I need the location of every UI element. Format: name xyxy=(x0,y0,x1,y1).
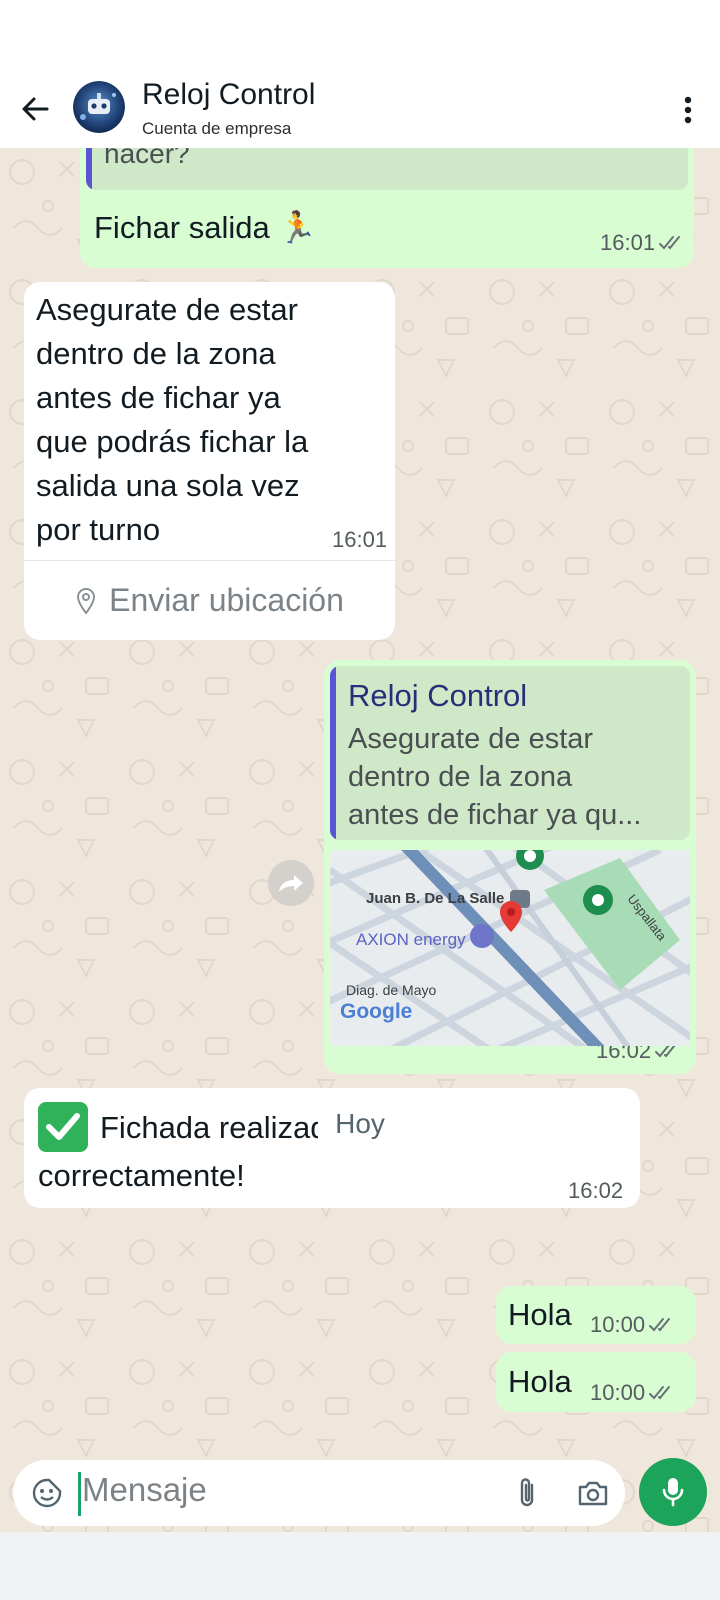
more-options-icon[interactable] xyxy=(668,90,708,130)
message-time: 16:01 xyxy=(332,527,388,552)
message-line: Asegurate de estar xyxy=(36,292,298,327)
microphone-icon[interactable] xyxy=(639,1458,707,1526)
forward-icon[interactable] xyxy=(268,860,314,906)
send-location-button[interactable]: Enviar ubicación xyxy=(24,561,395,640)
camera-icon[interactable] xyxy=(571,1473,615,1513)
quote-line: dentro de la zona xyxy=(348,761,573,793)
quote-line: Asegurate de estar xyxy=(348,723,594,755)
message-line: por turno xyxy=(36,512,161,547)
map-label-fuel: AXION energy xyxy=(356,930,466,949)
message-text: Fichada realizada xyxy=(100,1110,345,1145)
message-line: que podrás fichar la xyxy=(36,424,309,459)
quote-line: antes de fichar ya qu... xyxy=(348,799,642,831)
double-check-icon xyxy=(659,236,681,250)
back-arrow-icon[interactable] xyxy=(14,88,56,130)
chat-header: Reloj Control Cuenta de empresa xyxy=(0,72,720,148)
quote-text: Asegurate de estar dentro de la zona ant… xyxy=(348,720,641,834)
double-check-icon xyxy=(649,1386,671,1400)
message-line: antes de fichar ya xyxy=(36,380,281,415)
message-input-bar[interactable]: Mensaje xyxy=(13,1460,625,1526)
timestamp: 16:01 xyxy=(600,230,656,255)
location-map-preview[interactable]: Juan B. De La Salle AXION energy Diag. d… xyxy=(330,850,690,1046)
message-line: dentro de la zona xyxy=(36,336,276,371)
incoming-message[interactable]: Asegurate de estar dentro de la zona ant… xyxy=(24,282,395,640)
message-text: Asegurate de estar dentro de la zona ant… xyxy=(36,288,308,552)
quote-author: Reloj Control xyxy=(348,678,528,713)
double-check-icon xyxy=(649,1318,671,1332)
quote-bar xyxy=(86,148,92,190)
quote-bar xyxy=(330,666,336,840)
timestamp: 10:00 xyxy=(590,1312,646,1337)
chat-title[interactable]: Reloj Control xyxy=(142,78,315,112)
message-time: 16:01 xyxy=(600,230,685,256)
map-label-station: Juan B. De La Salle xyxy=(366,890,505,907)
location-pin-icon xyxy=(77,587,96,615)
message-time: 10:00 xyxy=(590,1312,675,1338)
chat-area[interactable]: hacer? Fichar salida 🏃 16:01 Asegurate d… xyxy=(0,148,720,1532)
message-text: correctamente! xyxy=(38,1158,245,1193)
system-navigation-area xyxy=(0,1532,720,1600)
message-time: 10:00 xyxy=(590,1380,675,1406)
message-line: salida una sola vez xyxy=(36,468,300,503)
message-input[interactable]: Mensaje xyxy=(82,1471,207,1509)
text-caret xyxy=(78,1472,81,1516)
send-location-label: Enviar ubicación xyxy=(109,582,344,618)
timestamp: 10:00 xyxy=(590,1380,646,1405)
google-logo: Google xyxy=(340,1000,413,1023)
check-mark-icon xyxy=(38,1102,88,1152)
quoted-message[interactable]: Reloj Control Asegurate de estar dentro … xyxy=(330,666,690,840)
message-text: Fichar salida 🏃 xyxy=(94,210,317,245)
avatar[interactable] xyxy=(73,81,125,133)
quoted-message[interactable]: hacer? xyxy=(86,148,688,190)
map-label-street: Diag. de Mayo xyxy=(346,982,437,998)
outgoing-message[interactable]: hacer? Fichar salida 🏃 16:01 xyxy=(80,148,694,268)
outgoing-message[interactable]: Hola 10:00 xyxy=(496,1352,696,1412)
message-time: 16:02 xyxy=(568,1178,624,1203)
status-bar xyxy=(0,0,720,72)
outgoing-message[interactable]: Hola 10:00 xyxy=(496,1286,696,1344)
quote-text: hacer? xyxy=(104,148,190,169)
paperclip-icon[interactable] xyxy=(507,1473,547,1513)
chat-subtitle: Cuenta de empresa xyxy=(142,119,292,138)
message-text: Hola xyxy=(508,1364,572,1399)
message-text: Hola xyxy=(508,1297,572,1332)
sticker-emoji-icon[interactable] xyxy=(28,1474,66,1512)
date-chip: Hoy xyxy=(318,1098,402,1150)
